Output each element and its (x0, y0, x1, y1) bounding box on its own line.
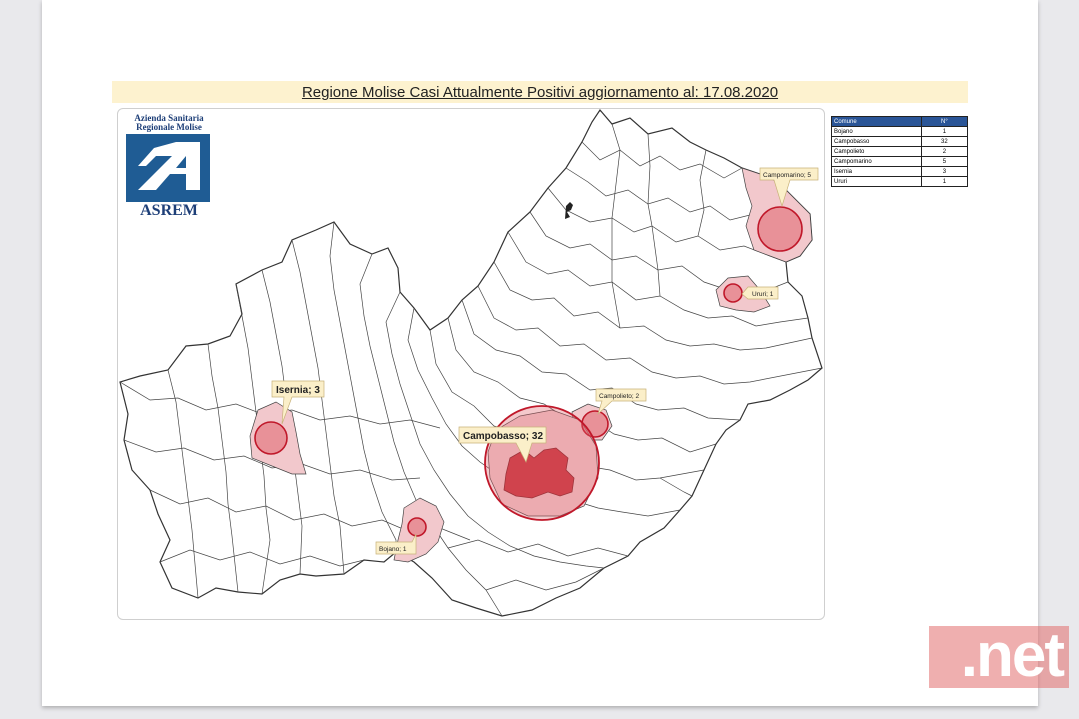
table-cell-comune: Bojano (831, 126, 922, 137)
watermark: .net (929, 621, 1069, 690)
table-row: Campolieto 2 (831, 146, 969, 157)
table-cell-count: 32 (920, 136, 969, 147)
region-outline (119, 109, 823, 617)
molise-map: Campomarino; 5 Ururi; 1 Isernia; 3 Campo… (119, 109, 823, 617)
callout-ururi: Ururi; 1 (741, 286, 779, 300)
table-row: Campobasso 32 (831, 136, 969, 147)
table-header-count: N° (920, 116, 969, 127)
table-cell-count: 2 (920, 146, 969, 157)
bubble-campobasso (484, 405, 600, 521)
table-header-comune: Comune (831, 116, 922, 127)
table-row: Bojano 1 (831, 126, 969, 137)
table-cell-comune: Campolieto (831, 146, 922, 157)
watermark-text: .net (960, 621, 1065, 690)
table-cell-count: 5 (920, 156, 969, 167)
table-cell-comune: Campomarino (831, 156, 922, 167)
cases-table: Comune N° Bojano 1 Campobasso 32 Campoliet… (831, 116, 969, 187)
bubble-campomarino (757, 206, 803, 252)
callout-campomarino-label: Campomarino; 5 (763, 172, 811, 179)
table-cell-comune: Ururi (831, 176, 922, 187)
table-cell-count: 3 (920, 166, 969, 177)
bubble-ururi (723, 283, 743, 303)
table-row: Isernia 3 (831, 166, 969, 177)
callout-campobasso-label: Campobasso; 32 (463, 431, 543, 442)
callout-bojano-label: Bojano; 1 (379, 546, 407, 553)
table-header-row: Comune N° (831, 116, 969, 127)
callout-campolieto-label: Campolieto; 2 (599, 393, 639, 400)
table-cell-comune: Campobasso (831, 136, 922, 147)
table-cell-comune: Isernia (831, 166, 922, 177)
table-cell-count: 1 (920, 176, 969, 187)
table-row: Ururi 1 (831, 176, 969, 187)
bubble-bojano (407, 517, 427, 537)
callout-ururi-label: Ururi; 1 (752, 291, 774, 298)
table-cell-count: 1 (920, 126, 969, 137)
callout-isernia-label: Isernia; 3 (276, 385, 320, 396)
bubble-isernia (254, 421, 288, 455)
table-row: Campomarino 5 (831, 156, 969, 167)
